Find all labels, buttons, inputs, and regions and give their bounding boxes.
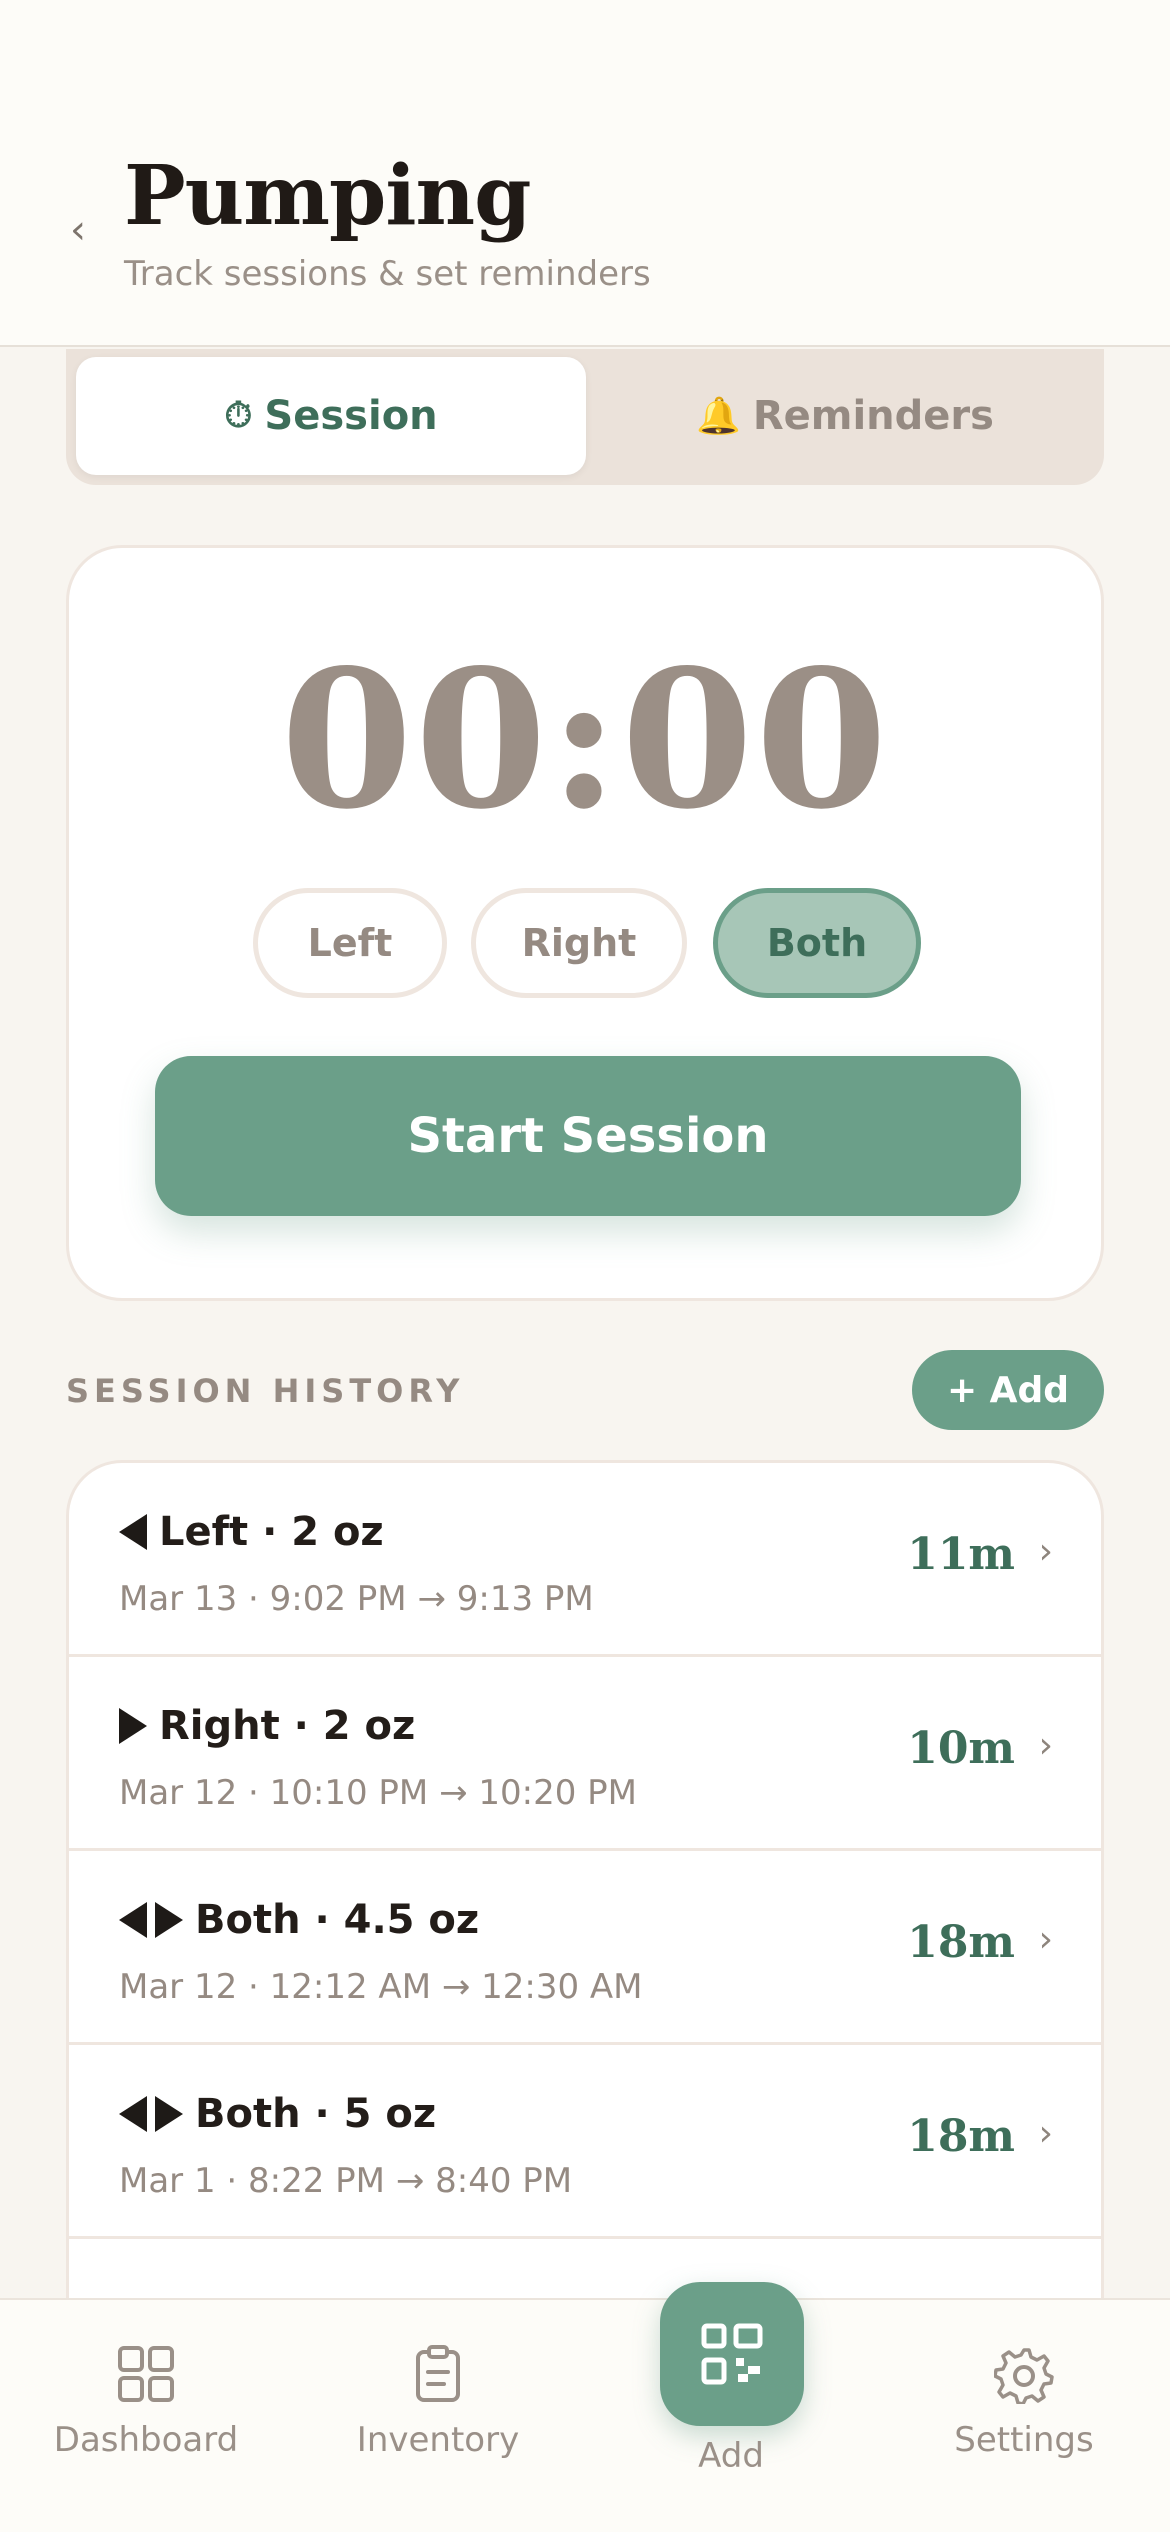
tab-add-label: Add (698, 2436, 764, 2476)
session-duration: 11m (907, 1529, 1015, 1580)
session-duration: 18m (907, 2111, 1015, 2162)
add-scan-button[interactable] (660, 2282, 804, 2426)
right-side-icon (119, 1708, 147, 1744)
tab-reminders[interactable]: 🔔 Reminders (596, 357, 1094, 475)
tab-dashboard-label: Dashboard (53, 2420, 239, 2460)
side-right-button[interactable]: Right (471, 888, 687, 998)
mode-segmented-control: ⏱ Session 🔔 Reminders (66, 349, 1104, 485)
add-session-button[interactable]: + Add (912, 1350, 1104, 1430)
tab-session[interactable]: ⏱ Session (76, 357, 586, 475)
session-title: Both · 5 oz (119, 2091, 436, 2137)
stopwatch-icon: ⏱ (224, 395, 253, 436)
timer-card: 00:00 Left Right Both Start Session (66, 545, 1104, 1301)
tab-settings-label: Settings (954, 2420, 1094, 2460)
session-title-text: Both · 4.5 oz (195, 1897, 480, 1943)
session-title-text: Right · 2 oz (159, 1703, 416, 1749)
session-duration: 10m (907, 1723, 1015, 1774)
tab-inventory-label: Inventory (356, 2420, 520, 2460)
clipboard-icon (416, 2345, 460, 2402)
list-item[interactable]: Both · 5 oz Mar 1 · 8:22 PM → 8:40 PM 18… (69, 2045, 1101, 2239)
grid-icon (118, 2346, 174, 2402)
session-title: Both · 4.5 oz (119, 1897, 479, 1943)
bottom-tab-bar: Dashboard Inventory Settings (0, 2298, 1170, 2532)
tab-inventory[interactable]: Inventory (338, 2344, 538, 2460)
start-session-button[interactable]: Start Session (155, 1056, 1021, 1216)
session-history-heading: SESSION HISTORY (66, 1372, 465, 1410)
session-time: Mar 12 · 12:12 AM → 12:30 AM (119, 1967, 643, 2007)
gear-icon (994, 2348, 1054, 2404)
list-item[interactable]: Right · 2 oz Mar 12 · 10:10 PM → 10:20 P… (69, 1657, 1101, 1851)
session-time: Mar 1 · 8:22 PM → 8:40 PM (119, 2161, 573, 2201)
session-time: Mar 13 · 9:02 PM → 9:13 PM (119, 1579, 594, 1619)
qr-code-icon (701, 2323, 763, 2385)
chevron-right-icon: › (1038, 1725, 1053, 1766)
page-header: ‹ Pumping Track sessions & set reminders (0, 0, 1170, 347)
both-sides-icon (119, 2096, 183, 2132)
page-title: Pumping (124, 148, 531, 244)
tab-session-label: Session (264, 393, 438, 439)
timer-display: 00:00 (280, 628, 890, 851)
session-time: Mar 12 · 10:10 PM → 10:20 PM (119, 1773, 638, 1813)
chevron-right-icon: › (1038, 2113, 1053, 2154)
tab-dashboard[interactable]: Dashboard (46, 2344, 246, 2460)
list-item[interactable]: Left · 2 oz Mar 13 · 9:02 PM → 9:13 PM 1… (69, 1463, 1101, 1657)
side-left-button[interactable]: Left (253, 888, 447, 998)
session-duration: 18m (907, 1917, 1015, 1968)
bell-icon: 🔔 (696, 396, 741, 437)
session-title-text: Left · 2 oz (159, 1509, 384, 1555)
session-title: Left · 2 oz (119, 1509, 384, 1555)
session-history-list: Left · 2 oz Mar 13 · 9:02 PM → 9:13 PM 1… (66, 1460, 1104, 2300)
tab-settings[interactable]: Settings (924, 2344, 1124, 2460)
left-side-icon (119, 1514, 147, 1550)
session-title-text: Both · 5 oz (195, 2091, 437, 2137)
chevron-right-icon: › (1038, 1919, 1053, 1960)
side-both-button[interactable]: Both (713, 888, 921, 998)
page-subtitle: Track sessions & set reminders (124, 254, 651, 294)
tab-reminders-label: Reminders (752, 393, 994, 439)
chevron-right-icon: › (1038, 1531, 1053, 1572)
list-item[interactable]: Both · 4.5 oz Mar 12 · 12:12 AM → 12:30 … (69, 1851, 1101, 2045)
back-button[interactable]: ‹ (56, 200, 100, 260)
session-title: Right · 2 oz (119, 1703, 415, 1749)
both-sides-icon (119, 1902, 183, 1938)
